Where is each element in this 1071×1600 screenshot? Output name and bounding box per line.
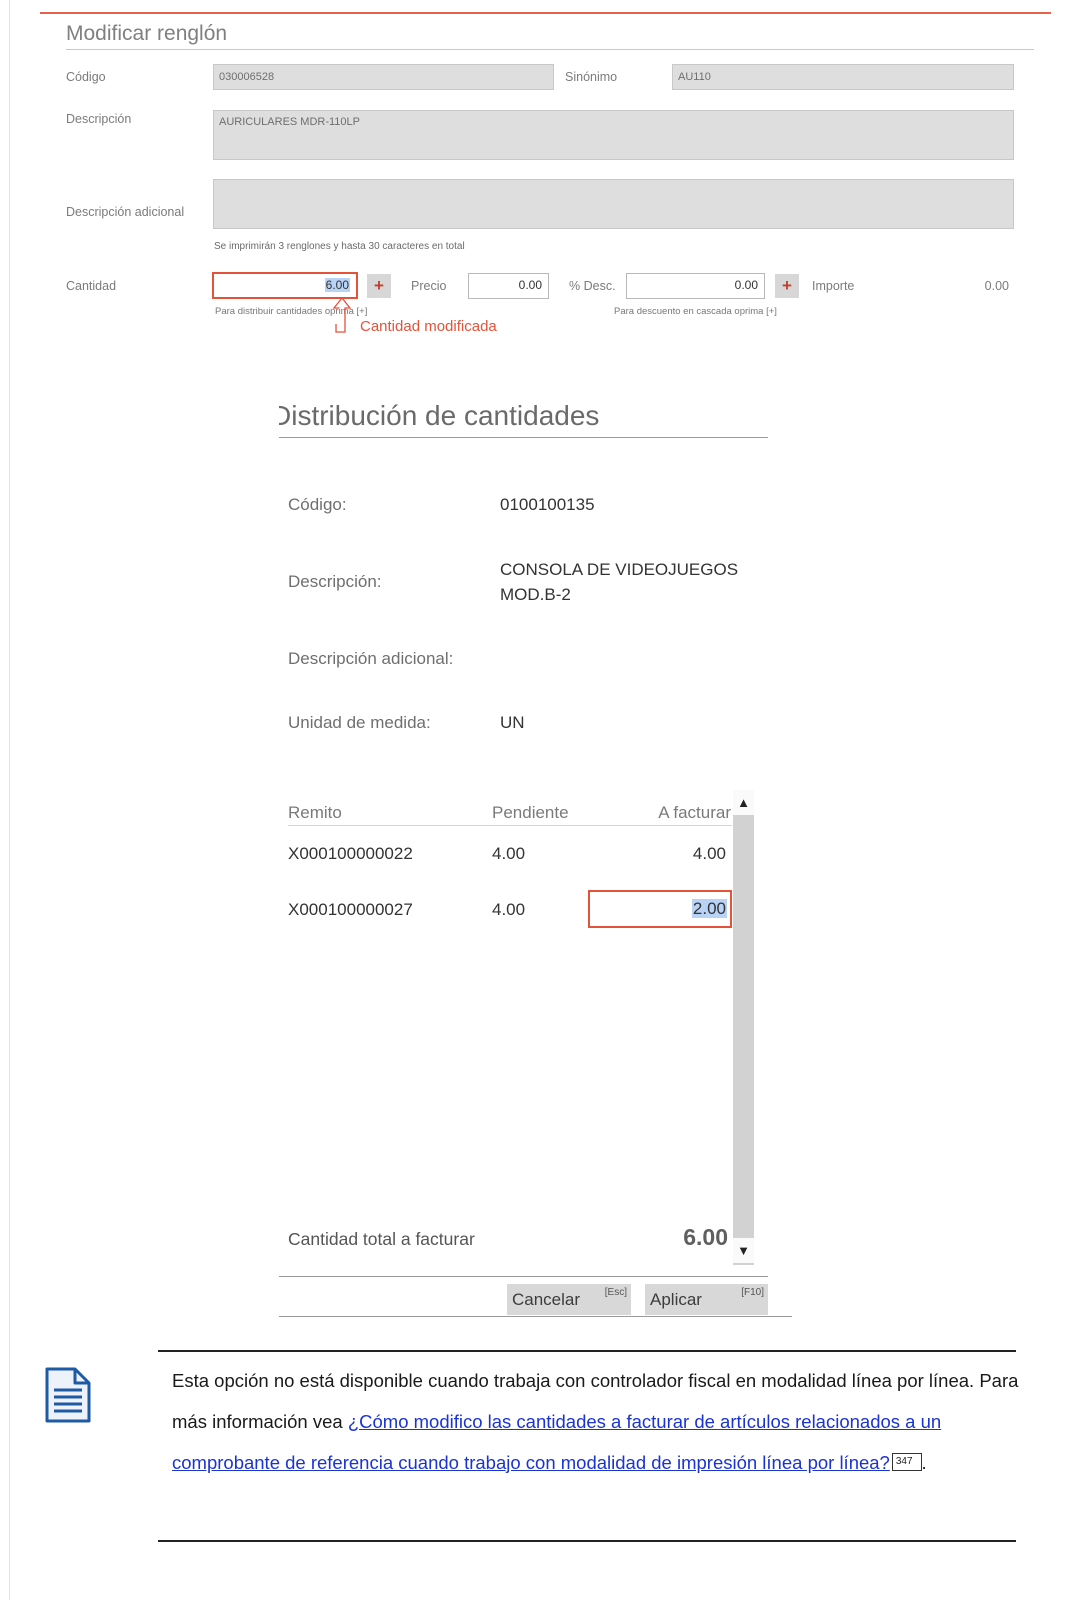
apply-button[interactable]: Aplicar [F10] bbox=[645, 1284, 768, 1315]
table-row[interactable]: X000100000022 4.00 4.00 bbox=[280, 836, 732, 872]
col-pendiente-header: Pendiente bbox=[492, 803, 569, 822]
title-divider bbox=[66, 49, 1034, 50]
total-label: Cantidad total a facturar bbox=[288, 1229, 475, 1249]
table-header-divider bbox=[288, 825, 732, 826]
total-value: 6.00 bbox=[683, 1224, 728, 1250]
dist-codigo-label: Código: bbox=[288, 495, 347, 514]
annotation-arrow-icon bbox=[332, 297, 352, 333]
descuento-hint: Para descuento en cascada oprima [+] bbox=[614, 306, 777, 317]
table-row[interactable]: X000100000027 4.00 2.00 bbox=[280, 890, 732, 928]
dist-unidad-value: UN bbox=[500, 713, 525, 732]
note-period: . bbox=[921, 1452, 927, 1473]
cancel-button[interactable]: Cancelar [Esc] bbox=[507, 1284, 631, 1315]
dist-descripcion-line2: MOD.B-2 bbox=[500, 585, 571, 604]
page-reference[interactable]: 347 bbox=[891, 1453, 922, 1471]
descripcion-adicional-field[interactable] bbox=[213, 179, 1014, 229]
cancel-shortcut: [Esc] bbox=[604, 1287, 627, 1298]
dialog-title-divider bbox=[279, 437, 768, 438]
descuento-input[interactable]: 0.00 bbox=[626, 273, 765, 299]
apply-button-label: Aplicar bbox=[650, 1290, 702, 1309]
descuento-cascada-button[interactable]: + bbox=[775, 274, 799, 298]
note-bottom-rule bbox=[158, 1540, 1016, 1542]
importe-label: Importe bbox=[812, 279, 855, 293]
scroll-up-icon[interactable]: ▲ bbox=[733, 790, 754, 815]
a-facturar-cell[interactable]: 4.00 bbox=[626, 844, 726, 864]
col-remito-header: Remito bbox=[288, 803, 342, 822]
apply-shortcut: [F10] bbox=[741, 1287, 764, 1298]
note-document-icon bbox=[45, 1367, 91, 1423]
scroll-down-icon[interactable]: ▼ bbox=[733, 1238, 754, 1263]
table-scrollbar[interactable] bbox=[733, 790, 754, 1265]
dist-desc-adicional-label: Descripción adicional: bbox=[288, 649, 454, 668]
cantidad-label: Cantidad bbox=[66, 279, 117, 293]
importe-value: 0.00 bbox=[984, 279, 1009, 293]
footer-top-divider bbox=[279, 1276, 768, 1277]
cancel-button-label: Cancelar bbox=[512, 1290, 581, 1309]
dist-descripcion-label: Descripción: bbox=[288, 572, 382, 591]
descripcion-adicional-label: Descripción adicional bbox=[66, 205, 185, 219]
dist-codigo-value: 0100100135 bbox=[500, 495, 595, 514]
descripcion-label: Descripción bbox=[66, 112, 132, 126]
distribuir-cantidades-button[interactable]: + bbox=[367, 274, 391, 298]
cantidad-value: 6.00 bbox=[324, 278, 350, 292]
note-top-rule bbox=[158, 1350, 1016, 1352]
remito-cell: X000100000022 bbox=[288, 844, 413, 863]
top-accent-line bbox=[40, 12, 1051, 14]
sinonimo-field[interactable]: AU110 bbox=[672, 64, 1014, 90]
precio-input[interactable]: 0.00 bbox=[468, 273, 549, 299]
dist-descripcion-line1: CONSOLA DE VIDEOJUEGOS bbox=[500, 560, 739, 579]
cantidad-modificada-annotation: Cantidad modificada bbox=[360, 318, 497, 335]
plus-icon: + bbox=[374, 276, 384, 295]
cantidad-input[interactable]: 6.00 bbox=[212, 272, 358, 299]
distribucion-title: Distribución de cantidades bbox=[279, 400, 600, 431]
descuento-label: % Desc. bbox=[569, 279, 616, 293]
modificar-renglon-title: Modificar renglón bbox=[66, 22, 228, 45]
codigo-field[interactable]: 030006528 bbox=[213, 64, 554, 90]
page-left-border bbox=[9, 0, 10, 1600]
plus-icon: + bbox=[782, 276, 792, 295]
pendiente-cell: 4.00 bbox=[492, 844, 526, 863]
pendiente-cell: 4.00 bbox=[492, 900, 526, 919]
descripcion-field[interactable]: AURICULARES MDR-110LP bbox=[213, 110, 1014, 160]
a-facturar-value: 2.00 bbox=[691, 899, 727, 918]
sinonimo-label: Sinónimo bbox=[565, 70, 618, 84]
note-text: Esta opción no está disponible cuando tr… bbox=[172, 1360, 1022, 1483]
remito-cell: X000100000027 bbox=[288, 900, 413, 919]
footer-bottom-divider bbox=[279, 1316, 792, 1317]
precio-label: Precio bbox=[411, 279, 447, 293]
codigo-label: Código bbox=[66, 70, 106, 84]
col-a-facturar-header: A facturar bbox=[658, 803, 731, 822]
a-facturar-input[interactable]: 2.00 bbox=[588, 890, 732, 928]
print-hint: Se imprimirán 3 renglones y hasta 30 car… bbox=[214, 241, 465, 252]
dist-unidad-label: Unidad de medida: bbox=[288, 713, 431, 732]
